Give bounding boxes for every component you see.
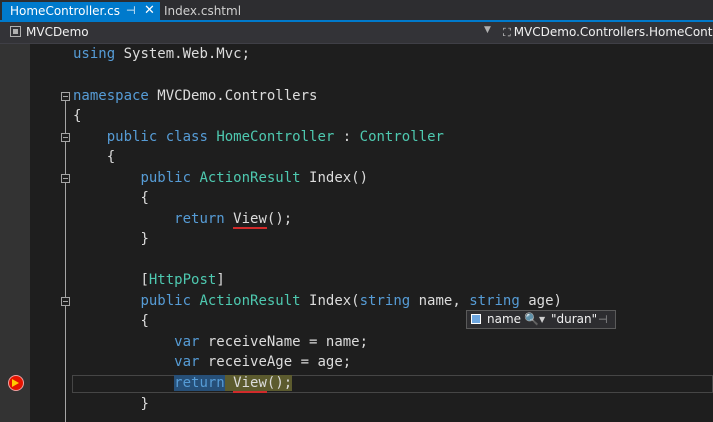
tab-homecontroller[interactable]: HomeController.cs ⊣ ✕ (2, 2, 160, 22)
code-line[interactable]: var receiveAge = age; (73, 352, 351, 372)
navigation-bar: MVCDemo ▼ ⛶ MVCDemo.Controllers.HomeContr (0, 22, 713, 44)
tab-label: Index.cshtml (164, 4, 242, 18)
breakpoint-current-statement-icon[interactable] (8, 375, 24, 391)
collapse-class-toggle[interactable] (61, 133, 70, 142)
code-line[interactable]: return View(); (73, 209, 292, 229)
class-icon: ⛶ (503, 26, 511, 39)
project-name: MVCDemo (26, 25, 89, 39)
code-line[interactable]: } (73, 229, 148, 249)
code-line[interactable]: using System.Web.Mvc; (73, 44, 250, 64)
code-line[interactable]: } (73, 394, 148, 414)
close-icon[interactable]: ✕ (144, 2, 155, 20)
code-line[interactable]: { (73, 311, 148, 331)
code-line[interactable]: [HttpPost] (73, 270, 224, 290)
chevron-down-icon[interactable]: ▼ (539, 311, 545, 328)
collapse-method-toggle[interactable] (61, 297, 70, 306)
breakpoint-margin[interactable] (0, 44, 30, 422)
tab-label: HomeController.cs (10, 4, 121, 18)
code-line[interactable]: var receiveName = name; (73, 332, 368, 352)
tab-index-cshtml[interactable]: Index.cshtml (160, 2, 270, 22)
code-line[interactable]: namespace MVCDemo.Controllers (73, 86, 317, 106)
class-dropdown[interactable]: ⛶ MVCDemo.Controllers.HomeContr (503, 25, 713, 40)
pin-icon[interactable]: ⊣ (126, 2, 136, 20)
variable-icon (471, 314, 481, 324)
collapse-method-toggle[interactable] (61, 174, 70, 183)
csharp-project-icon (10, 26, 21, 37)
project-dropdown[interactable]: MVCDemo (10, 25, 89, 39)
document-tab-bar: HomeController.cs ⊣ ✕ Index.cshtml (0, 0, 713, 22)
code-line[interactable]: { (73, 106, 81, 126)
line-margin (30, 44, 38, 422)
code-line[interactable]: public ActionResult Index() (73, 168, 368, 188)
datatip-value[interactable]: "duran" (551, 311, 597, 328)
code-editor[interactable]: using System.Web.Mvc; namespace MVCDemo.… (38, 44, 713, 422)
debugger-datatip[interactable]: name 🔍 ▼ "duran" ⊣ (466, 310, 616, 329)
chevron-down-icon[interactable]: ▼ (484, 25, 491, 35)
class-path: MVCDemo.Controllers.HomeContr (513, 25, 713, 39)
code-line[interactable]: { (73, 147, 115, 167)
magnifier-icon[interactable]: 🔍 (524, 311, 539, 328)
code-line-current-statement[interactable]: return View(); (73, 373, 293, 393)
pin-icon[interactable]: ⊣ (598, 311, 608, 328)
outline-line (65, 101, 66, 422)
code-line[interactable]: { (73, 188, 148, 208)
datatip-variable-name: name (487, 312, 522, 326)
collapse-namespace-toggle[interactable] (61, 92, 70, 101)
code-line[interactable]: public class HomeController : Controller (73, 127, 444, 147)
code-line[interactable]: public ActionResult Index(string name, s… (73, 291, 562, 311)
